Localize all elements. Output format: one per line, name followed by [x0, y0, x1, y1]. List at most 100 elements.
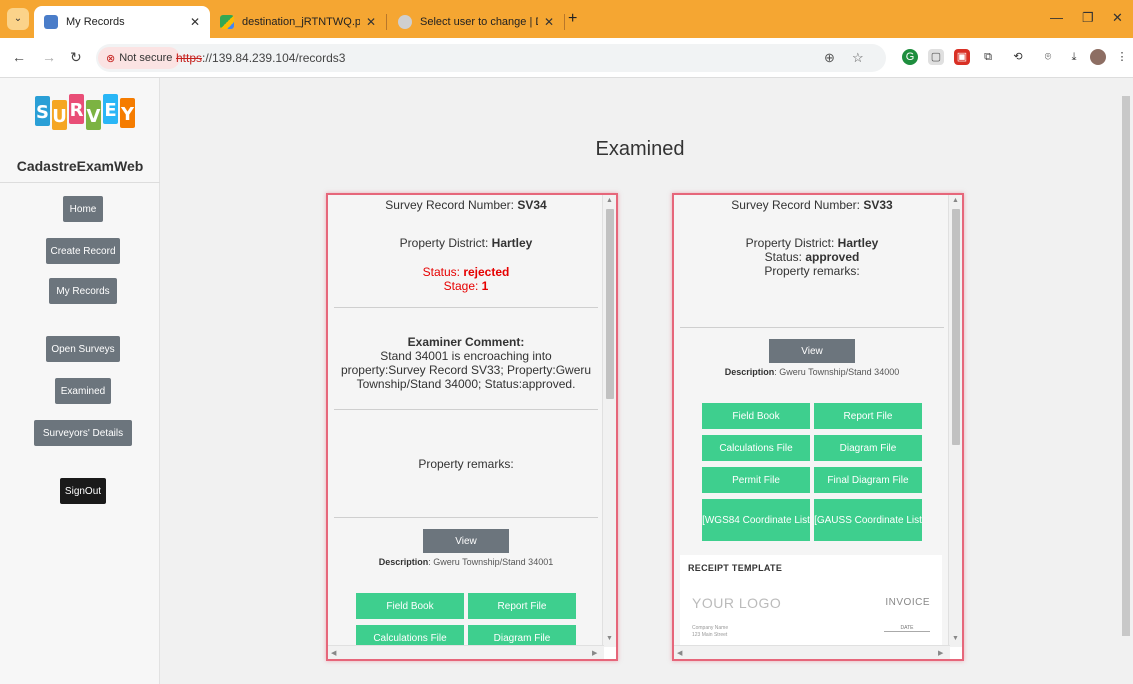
scroll-right-icon[interactable]: ▶ — [938, 649, 943, 657]
tab-search-button[interactable]: ⌄ — [7, 8, 29, 30]
gauss-coordinate-list-button[interactable]: [GAUSS Coordinate List — [814, 499, 922, 541]
history-icon[interactable]: ⟲ — [1010, 49, 1026, 65]
minimize-icon[interactable]: — — [1050, 10, 1063, 25]
diagram-file-button[interactable]: Diagram File — [814, 435, 922, 461]
tab-django[interactable]: Select user to change | Django ✕ — [388, 6, 564, 38]
page-scrollbar[interactable] — [1119, 78, 1133, 684]
sidebar-item-open-surveys[interactable]: Open Surveys — [46, 336, 120, 362]
calculations-file-button[interactable]: Calculations File — [702, 435, 810, 461]
sidebar-item-create-record[interactable]: Create Record — [46, 238, 120, 264]
sidebar-item-surveyors-details[interactable]: Surveyors' Details — [34, 420, 132, 446]
warning-icon: ⊗ — [106, 52, 116, 65]
examiner-comment: Stand 34001 is encroaching into property… — [340, 349, 592, 391]
property-district: Property District: Hartley — [745, 236, 879, 250]
stage-line: Stage: 1 — [443, 279, 489, 293]
extension-grammarly-icon[interactable]: G — [902, 49, 918, 65]
receipt-title: RECEIPT TEMPLATE — [688, 563, 783, 573]
scroll-up-icon[interactable]: ▲ — [952, 197, 959, 204]
scroll-left-icon[interactable]: ◀ — [331, 649, 336, 657]
final-diagram-file-button[interactable]: Final Diagram File — [814, 467, 922, 493]
divider — [680, 327, 944, 328]
url-text[interactable]: https://139.84.239.104/records3 — [176, 51, 345, 65]
status-line: Status: rejected — [422, 265, 510, 279]
vertical-scrollbar[interactable]: ▲ ▼ — [948, 195, 962, 647]
download-icon[interactable]: ⤓ — [1066, 49, 1082, 65]
receipt-company: Company Name 123 Main Street — [692, 625, 729, 638]
svg-text:Y: Y — [120, 104, 135, 125]
close-window-icon[interactable]: ✕ — [1112, 10, 1123, 26]
reload-icon[interactable]: ↻ — [70, 49, 82, 66]
vertical-scrollbar[interactable]: ▲ ▼ — [602, 195, 616, 647]
permit-file-button[interactable]: Permit File — [702, 467, 810, 493]
svg-text:S: S — [36, 102, 49, 123]
profile-avatar[interactable] — [1090, 49, 1106, 65]
svg-text:E: E — [104, 100, 116, 121]
receipt-template-image: RECEIPT TEMPLATE YOUR LOGO INVOICE Compa… — [680, 555, 942, 647]
extension-doc-icon[interactable]: ▢ — [928, 49, 944, 65]
zoom-icon[interactable]: ⊕ — [824, 50, 835, 66]
scroll-right-icon[interactable]: ▶ — [592, 649, 597, 657]
sidebar-item-examined[interactable]: Examined — [55, 378, 111, 404]
field-book-button[interactable]: Field Book — [356, 593, 464, 619]
record-number: Survey Record Number: SV33 — [731, 198, 893, 212]
receipt-date: DATE — [884, 625, 930, 632]
calculations-file-button[interactable]: Calculations File — [356, 625, 464, 647]
divider — [334, 517, 598, 518]
receipt-invoice-label: INVOICE — [885, 597, 930, 608]
svg-text:R: R — [70, 100, 84, 121]
page-scrollbar-thumb[interactable] — [1122, 96, 1130, 636]
globe-icon — [398, 15, 412, 29]
wgs84-coordinate-list-button[interactable]: [WGS84 Coordinate List — [702, 499, 810, 541]
scroll-left-icon[interactable]: ◀ — [677, 649, 682, 657]
examiner-comment-label: Examiner Comment: — [407, 335, 525, 349]
menu-kebab-icon[interactable]: ⋮ — [1114, 49, 1130, 65]
tab-my-records[interactable]: My Records ✕ — [34, 6, 210, 38]
record-card-sv34: Survey Record Number: SV34 Property Dist… — [326, 193, 618, 661]
divider — [334, 307, 598, 308]
omnibox[interactable]: ⊗ Not secure https://139.84.239.104/reco… — [96, 44, 886, 72]
extensions-puzzle-icon[interactable]: ⧉ — [980, 49, 996, 65]
scroll-down-icon[interactable]: ▼ — [952, 635, 959, 642]
sidebar-item-home[interactable]: Home — [63, 196, 103, 222]
bookmark-star-icon[interactable]: ☆ — [852, 50, 864, 66]
sidebar-item-my-records[interactable]: My Records — [49, 278, 117, 304]
page-body: S U R V E Y CadastreExamWeb Home Create … — [0, 78, 1133, 684]
tab-separator — [564, 14, 565, 30]
scrollbar-thumb[interactable] — [952, 209, 960, 445]
view-button[interactable]: View — [769, 339, 855, 363]
diagram-file-button[interactable]: Diagram File — [468, 625, 576, 647]
brand-name: CadastreExamWeb — [16, 158, 144, 174]
forward-icon[interactable]: → — [42, 49, 56, 65]
signout-button[interactable]: SignOut — [60, 478, 106, 504]
record-card-scroll-area[interactable]: Survey Record Number: SV33 Property Dist… — [674, 195, 950, 647]
report-file-button[interactable]: Report File — [814, 403, 922, 429]
close-tab-icon[interactable]: ✕ — [544, 15, 554, 29]
horizontal-scrollbar[interactable]: ◀ ▶ — [674, 645, 950, 659]
google-drive-icon — [220, 15, 234, 29]
svg-text:U: U — [52, 106, 67, 127]
scroll-up-icon[interactable]: ▲ — [606, 197, 613, 204]
tab-pdf[interactable]: destination_jRTNTWQ.pdf ✕ — [210, 6, 386, 38]
restore-icon[interactable]: ❐ — [1082, 10, 1094, 26]
field-book-button[interactable]: Field Book — [702, 403, 810, 429]
record-number: Survey Record Number: SV34 — [385, 198, 547, 212]
extension-pdf-icon[interactable]: ▣ — [954, 49, 970, 65]
property-remarks-label: Property remarks: — [418, 457, 514, 471]
record-card-scroll-area[interactable]: Survey Record Number: SV34 Property Dist… — [328, 195, 604, 647]
page-title: Examined — [595, 138, 685, 160]
close-tab-icon[interactable]: ✕ — [366, 15, 376, 29]
close-tab-icon[interactable]: ✕ — [190, 15, 200, 29]
description: Description: Gweru Township/Stand 34000 — [724, 367, 900, 377]
back-icon[interactable]: ← — [12, 49, 26, 65]
performance-icon[interactable]: ⌾ — [1040, 49, 1056, 65]
scroll-down-icon[interactable]: ▼ — [606, 635, 613, 642]
address-toolbar: ← → ↻ ⊗ Not secure https://139.84.239.10… — [0, 38, 1133, 78]
property-district: Property District: Hartley — [399, 236, 533, 250]
horizontal-scrollbar[interactable]: ◀ ▶ — [328, 645, 604, 659]
security-chip[interactable]: ⊗ Not secure — [98, 47, 181, 69]
status-line: Status: approved — [764, 250, 860, 264]
scrollbar-thumb[interactable] — [606, 209, 614, 399]
report-file-button[interactable]: Report File — [468, 593, 576, 619]
new-tab-icon[interactable]: + — [568, 10, 577, 28]
view-button[interactable]: View — [423, 529, 509, 553]
